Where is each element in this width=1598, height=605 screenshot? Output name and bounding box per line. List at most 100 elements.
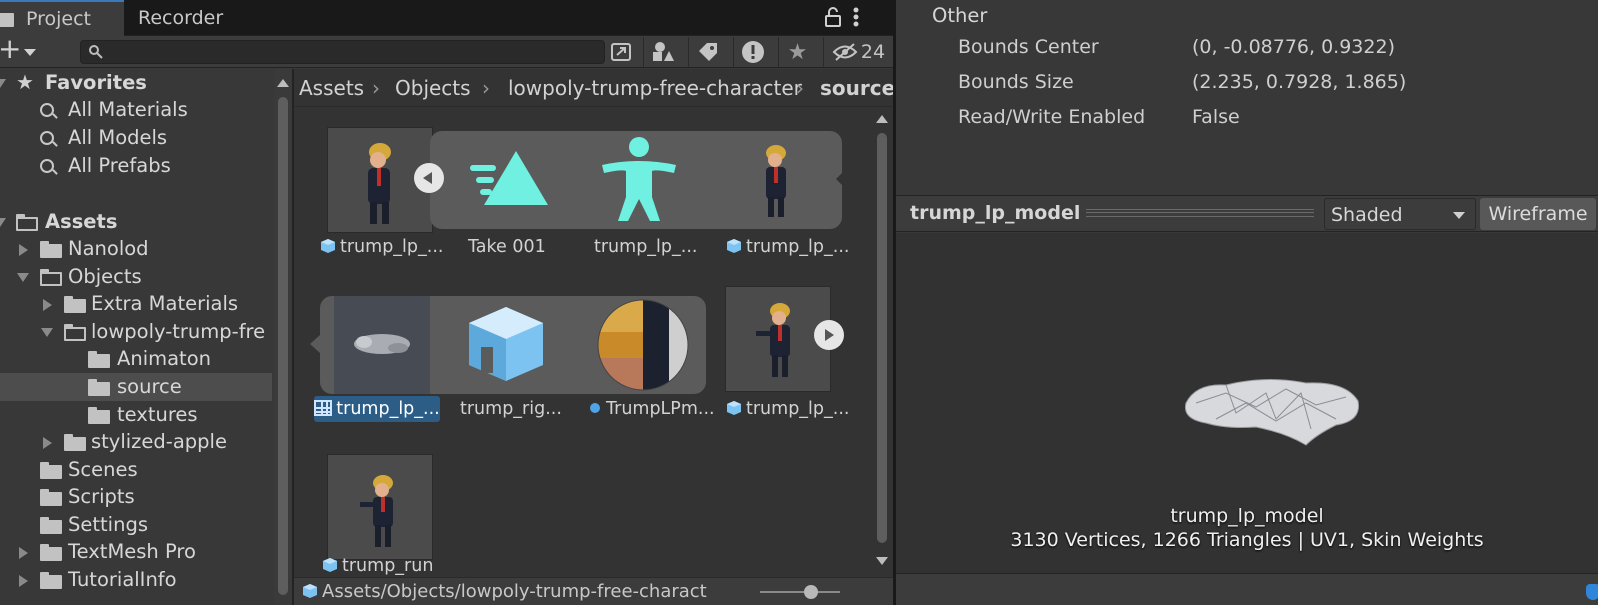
chevron-down-icon[interactable]: [17, 273, 29, 282]
tree-favorites-label: Favorites: [45, 71, 147, 94]
tree-item-stylized-apple[interactable]: stylized-apple: [0, 428, 272, 456]
tree-item-label: stylized-apple: [91, 430, 227, 453]
preview-footer: [896, 573, 1598, 605]
filter-type-button[interactable]: [643, 37, 681, 67]
tree-item-nanolod[interactable]: Nanolod: [0, 235, 272, 263]
model-preview[interactable]: trump_lp_model 3130 Vertices, 1266 Trian…: [896, 233, 1598, 573]
tree-item-source[interactable]: source: [0, 373, 272, 401]
scroll-up-icon[interactable]: [277, 79, 289, 87]
preview-drag-handle[interactable]: [1086, 209, 1314, 217]
hidden-count: 24: [860, 41, 886, 63]
scroll-up-icon[interactable]: [876, 115, 888, 123]
asset-content: Assets › Objects › lowpoly-trump-free-ch…: [294, 69, 893, 605]
chevron-right-icon: ›: [482, 76, 490, 100]
chevron-right-icon[interactable]: [19, 547, 28, 559]
lock-icon[interactable]: [824, 6, 842, 28]
open-window-button[interactable]: [602, 37, 640, 67]
content-scrollbar[interactable]: [872, 107, 892, 573]
tree-item-objects[interactable]: Objects: [0, 263, 272, 291]
hidden-packages-button[interactable]: 24: [823, 37, 893, 67]
zoom-slider-handle[interactable]: [804, 585, 818, 599]
tab-recorder[interactable]: Recorder: [124, 0, 234, 36]
folder-icon: [40, 544, 62, 561]
breadcrumb-item[interactable]: Assets: [299, 69, 364, 106]
selected-path-bar: Assets/Objects/lowpoly-trump-free-charac…: [294, 577, 893, 605]
zoom-slider[interactable]: [760, 591, 840, 593]
asset-label-selected[interactable]: trump_lp_...: [314, 396, 440, 422]
prefab-cube-icon: [321, 239, 335, 253]
kebab-menu-icon[interactable]: [852, 6, 860, 28]
tree-scrollbar[interactable]: [274, 69, 292, 605]
tree-favorites[interactable]: ★ Favorites: [0, 69, 272, 97]
asset-label[interactable]: trump_lp_...: [726, 237, 849, 257]
folder-tree: ★ Favorites All Materials All Models All…: [0, 69, 272, 605]
filter-log-button[interactable]: [733, 37, 771, 67]
breadcrumb-item[interactable]: lowpoly-trump-free-character: [508, 69, 802, 106]
add-button[interactable]: +: [0, 32, 40, 68]
tag-icon: [698, 43, 717, 61]
mesh-thumbnail[interactable]: [334, 296, 430, 394]
star-icon: ★: [16, 70, 34, 94]
tree-item-settings[interactable]: Settings: [0, 511, 272, 539]
tab-project[interactable]: Project: [0, 0, 124, 36]
wireframe-toggle[interactable]: Wireframe: [1480, 198, 1596, 230]
chevron-right-icon[interactable]: [19, 244, 28, 256]
tree-fav-all-prefabs[interactable]: All Prefabs: [0, 152, 272, 180]
folder-open-icon: [64, 324, 86, 341]
asset-label[interactable]: TrumpLPm...: [590, 399, 715, 419]
chevron-right-icon[interactable]: [43, 299, 52, 311]
search-input[interactable]: [107, 42, 587, 62]
shading-mode-dropdown[interactable]: Shaded: [1324, 198, 1476, 230]
prop-value: (0, -0.08776, 0.9322): [1192, 36, 1395, 58]
scroll-down-icon[interactable]: [876, 557, 888, 565]
tree-scroll-thumb[interactable]: [278, 97, 288, 595]
tree-item-textures[interactable]: textures: [0, 401, 272, 429]
tree-item-tutorialinfo[interactable]: TutorialInfo: [0, 566, 272, 594]
breadcrumb-item[interactable]: Objects: [395, 69, 471, 106]
asset-label[interactable]: trump_lp_...: [320, 237, 443, 257]
tree-item-extra-materials[interactable]: Extra Materials: [0, 290, 272, 318]
character-model-icon[interactable]: [732, 131, 822, 229]
asset-label[interactable]: Take 001: [468, 237, 546, 257]
shading-mode-value: Shaded: [1331, 204, 1403, 226]
avatar-icon[interactable]: [594, 135, 684, 225]
prop-label: Read/Write Enabled: [958, 106, 1146, 128]
content-scroll-thumb[interactable]: [877, 133, 887, 543]
prop-value: (2.235, 0.7928, 1.865): [1192, 71, 1407, 93]
prefab-model-icon[interactable]: [465, 303, 547, 385]
asset-label[interactable]: trump_rig...: [460, 399, 562, 419]
asset-label[interactable]: trump_lp_...: [594, 237, 697, 257]
tree-item-label: All Models: [68, 126, 168, 149]
tree-item-scenes[interactable]: Scenes: [0, 456, 272, 484]
expand-subassets-button[interactable]: [814, 320, 844, 350]
chevron-right-icon[interactable]: [43, 437, 52, 449]
search-field[interactable]: [80, 40, 605, 64]
folder-icon: [88, 379, 110, 396]
asset-label[interactable]: trump_run: [322, 556, 433, 576]
asset-label-text: trump_lp_...: [340, 237, 444, 257]
prop-value: False: [1192, 106, 1240, 128]
prefab-cube-icon: [323, 558, 337, 572]
favorites-button[interactable]: ★: [778, 37, 816, 67]
tree-fav-all-materials[interactable]: All Materials: [0, 96, 272, 124]
animation-clip-icon[interactable]: [468, 147, 554, 213]
asset-label[interactable]: trump_lp_...: [726, 399, 849, 419]
filter-label-button[interactable]: [688, 37, 726, 67]
tree-item-animaton[interactable]: Animaton: [0, 345, 272, 373]
tree-item-scripts[interactable]: Scripts: [0, 483, 272, 511]
tree-item-textmesh-pro[interactable]: TextMesh Pro: [0, 538, 272, 566]
warning-icon: [741, 41, 764, 63]
tree-assets[interactable]: Assets: [0, 208, 272, 236]
chevron-down-icon[interactable]: [41, 328, 53, 337]
tree-fav-all-models[interactable]: All Models: [0, 124, 272, 152]
chevron-down-icon[interactable]: [0, 218, 6, 227]
collapse-subassets-button[interactable]: [414, 163, 444, 193]
folder-icon: [64, 296, 86, 313]
breadcrumb-item-current[interactable]: source: [820, 69, 893, 106]
chevron-right-icon[interactable]: [19, 575, 28, 587]
material-sphere-icon[interactable]: [596, 298, 690, 392]
folder-icon: [40, 572, 62, 589]
tree-item-lowpoly-trump[interactable]: lowpoly-trump-fre: [0, 318, 272, 346]
asset-thumbnail[interactable]: [327, 454, 433, 560]
chevron-down-icon[interactable]: [0, 79, 6, 88]
